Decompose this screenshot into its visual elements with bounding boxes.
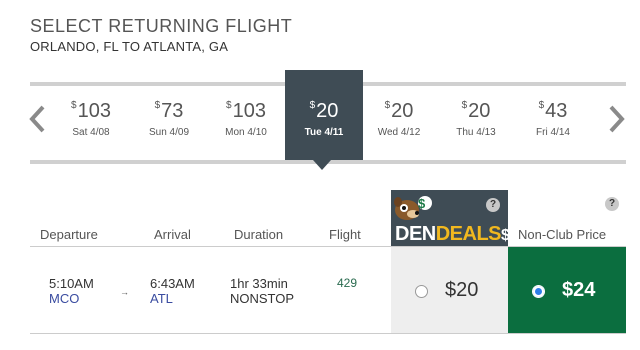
date-price: $20: [309, 100, 339, 122]
page-title: SELECT RETURNING FLIGHT: [30, 16, 293, 36]
dendeals-logo: DENDEALS$: [395, 223, 510, 245]
dendeals-help-icon[interactable]: ?: [486, 198, 500, 212]
date-option-sat[interactable]: $103 Sat 4/08: [58, 100, 124, 138]
column-header-departure: Departure: [40, 227, 98, 242]
prev-dates-arrow-icon[interactable]: [28, 104, 46, 134]
date-label: Thu 4/13: [456, 127, 496, 138]
date-option-tue-selected[interactable]: $20 Tue 4/11: [285, 70, 363, 160]
duration-cell: 1hr 33min NONSTOP: [230, 276, 294, 306]
dendeals-fare-option[interactable]: $20: [391, 247, 508, 333]
date-option-wed[interactable]: $20 Wed 4/12: [366, 100, 432, 138]
date-price: $103: [71, 100, 111, 122]
dendeals-fare-price: $20: [445, 279, 479, 301]
nonclub-help-icon[interactable]: ?: [605, 197, 619, 211]
column-header-nonclub-price: Non-Club Price: [518, 227, 607, 242]
date-price: $20: [384, 100, 414, 122]
column-header-duration: Duration: [234, 227, 284, 242]
dendeals-column-header: $ DENDEALS$ ?: [391, 190, 510, 247]
next-dates-arrow-icon[interactable]: [608, 104, 626, 134]
route-subtitle: ORLANDO, FL TO ATLANTA, GA: [30, 39, 229, 54]
column-header-arrival: Arrival: [154, 227, 191, 242]
date-option-mon[interactable]: $103 Mon 4/10: [213, 100, 279, 138]
departure-airport-code: MCO: [49, 291, 80, 306]
date-label: Fri 4/14: [536, 127, 570, 138]
arrival-airport-code: ATL: [150, 291, 173, 306]
date-label: Tue 4/11: [304, 127, 344, 138]
selected-date-pointer-icon: [313, 160, 331, 170]
departure-cell: 5:10AM MCO: [49, 276, 94, 306]
date-option-sun[interactable]: $73 Sun 4/09: [136, 100, 202, 138]
dendeals-fare-radio[interactable]: [415, 285, 428, 298]
row-divider: [30, 333, 626, 334]
nonclub-fare-price: $24: [562, 279, 596, 301]
date-strip: $103 Sat 4/08 $73 Sun 4/09 $103 Mon 4/10…: [0, 70, 640, 180]
stops-label: NONSTOP: [230, 291, 295, 306]
date-label: Sun 4/09: [148, 127, 190, 138]
nonclub-fare-option[interactable]: $24: [508, 247, 626, 333]
date-label: Wed 4/12: [377, 127, 421, 138]
date-label: Mon 4/10: [225, 127, 267, 138]
date-label: Sat 4/08: [72, 127, 110, 138]
column-header-flight: Flight: [329, 227, 361, 242]
duration-time: 1hr 33min: [230, 276, 288, 291]
dendeals-mascot-dollar: $: [418, 196, 426, 211]
nonclub-fare-radio[interactable]: [532, 285, 545, 298]
date-price: $73: [154, 100, 184, 122]
route-arrow-icon: →: [120, 287, 129, 297]
date-price: $103: [226, 100, 266, 122]
flight-number: 429: [337, 276, 358, 290]
arrival-time: 6:43AM: [150, 276, 195, 291]
date-option-thu[interactable]: $20 Thu 4/13: [443, 100, 509, 138]
departure-time: 5:10AM: [49, 276, 94, 291]
date-price: $43: [538, 100, 568, 122]
date-price: $20: [461, 100, 491, 122]
arrival-cell: 6:43AM ATL: [150, 276, 195, 306]
date-option-fri[interactable]: $43 Fri 4/14: [520, 100, 586, 138]
